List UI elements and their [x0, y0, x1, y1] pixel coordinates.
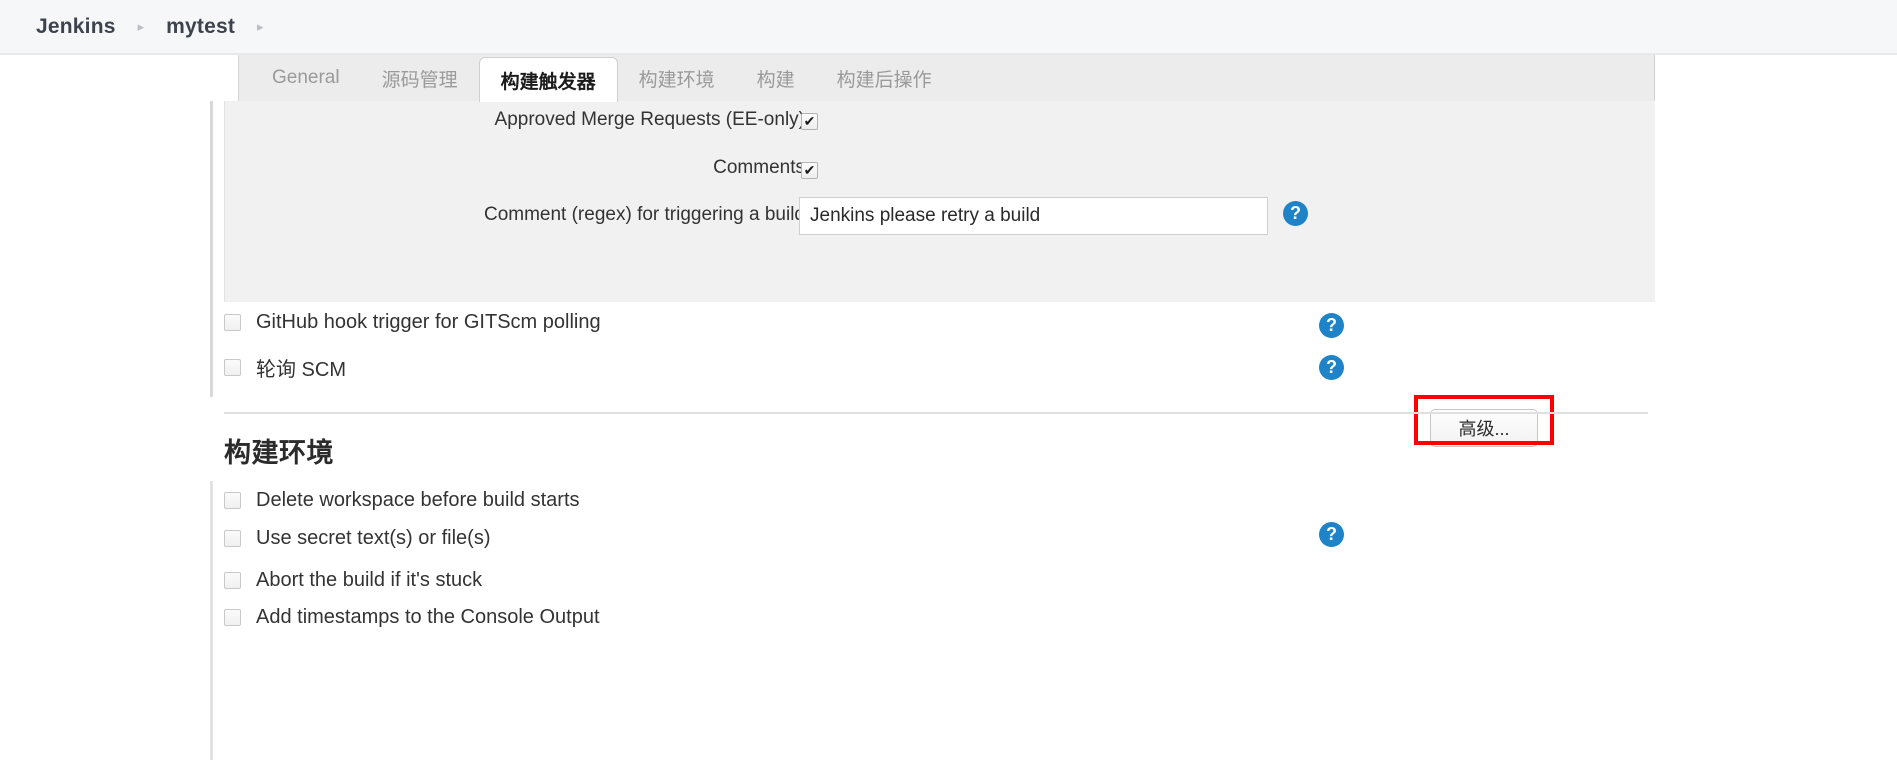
breadcrumb-separator-icon: ▸	[257, 19, 264, 34]
row-add-timestamps: Add timestamps to the Console Output	[224, 606, 600, 629]
row-approved-merge-requests: Approved Merge Requests (EE-only)	[225, 109, 805, 131]
poll-scm-checkbox[interactable]	[224, 359, 241, 376]
row-abort-stuck-build: Abort the build if it's stuck	[224, 569, 482, 592]
gitlab-trigger-options-panel: Approved Merge Requests (EE-only) Commen…	[224, 101, 1655, 302]
build-environment-section-title: 构建环境	[224, 438, 334, 468]
breadcrumb-item-jenkins[interactable]: Jenkins	[36, 15, 116, 39]
github-hook-trigger-label: GitHub hook trigger for GITScm polling	[256, 311, 601, 333]
breadcrumb-item-mytest[interactable]: mytest	[166, 15, 235, 39]
breadcrumb-bar: Jenkins ▸ mytest ▸	[0, 0, 1897, 55]
breadcrumb: Jenkins ▸ mytest ▸	[0, 15, 286, 39]
add-timestamps-label: Add timestamps to the Console Output	[256, 606, 600, 628]
tab-build-environment[interactable]: 构建环境	[618, 55, 736, 101]
poll-scm-label: 轮询 SCM	[256, 359, 346, 381]
approved-merge-requests-label: Approved Merge Requests (EE-only)	[494, 109, 805, 130]
row-delete-workspace: Delete workspace before build starts	[224, 489, 580, 512]
advanced-button[interactable]: 高级...	[1430, 409, 1538, 447]
use-secret-text-checkbox[interactable]	[224, 530, 241, 547]
breadcrumb-separator-icon: ▸	[137, 19, 145, 34]
tab-build-triggers[interactable]: 构建触发器	[478, 57, 618, 102]
help-icon[interactable]: ?	[1319, 355, 1344, 380]
section-divider	[224, 412, 1648, 414]
comment-regex-input[interactable]	[799, 197, 1268, 235]
help-icon[interactable]: ?	[1319, 522, 1344, 547]
delete-workspace-checkbox[interactable]	[224, 492, 241, 509]
tab-general[interactable]: General	[251, 55, 361, 101]
comments-label: Comments	[713, 157, 805, 178]
row-github-hook-trigger: GitHub hook trigger for GITScm polling	[224, 311, 601, 334]
abort-stuck-build-checkbox[interactable]	[224, 572, 241, 589]
form-left-rail-lower	[210, 481, 213, 760]
approved-merge-requests-checkbox[interactable]	[801, 113, 818, 130]
tab-build[interactable]: 构建	[736, 55, 816, 101]
row-poll-scm: 轮询 SCM	[224, 353, 346, 382]
delete-workspace-label: Delete workspace before build starts	[256, 489, 580, 511]
add-timestamps-checkbox[interactable]	[224, 609, 241, 626]
comment-regex-label: Comment (regex) for triggering a build	[483, 204, 805, 225]
row-comments: Comments	[225, 157, 805, 179]
tab-source-management[interactable]: 源码管理	[361, 55, 479, 101]
tab-post-build-actions[interactable]: 构建后操作	[816, 55, 953, 101]
abort-stuck-build-label: Abort the build if it's stuck	[256, 569, 483, 591]
comments-checkbox[interactable]	[801, 162, 818, 179]
form-left-rail	[210, 101, 213, 397]
advanced-button-group: 高级...	[1414, 395, 1554, 447]
config-tab-bar: General 源码管理 构建触发器 构建环境 构建 构建后操作	[238, 55, 1655, 102]
config-form-area: Approved Merge Requests (EE-only) Commen…	[210, 101, 1655, 760]
row-comment-regex: Comment (regex) for triggering a build	[225, 204, 805, 226]
use-secret-text-label: Use secret text(s) or file(s)	[256, 527, 491, 549]
row-use-secret-text: Use secret text(s) or file(s)	[224, 527, 490, 550]
help-icon[interactable]: ?	[1283, 201, 1308, 226]
help-icon[interactable]: ?	[1319, 313, 1344, 338]
github-hook-trigger-checkbox[interactable]	[224, 314, 241, 331]
